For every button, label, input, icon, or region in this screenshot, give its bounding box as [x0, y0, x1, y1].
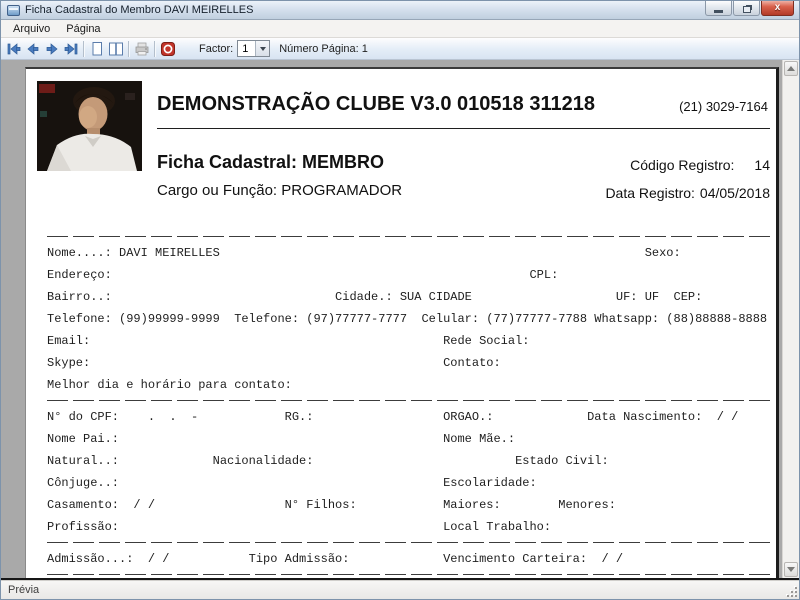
dashed-separator — [47, 396, 772, 406]
menu-bar: Arquivo Página — [1, 20, 799, 38]
registration-date: Data Registro: 04/05/2018 — [605, 185, 770, 201]
previous-page-icon — [26, 42, 38, 55]
report-line: Nome....: DAVI MEIRELLES Sexo: — [47, 246, 681, 260]
title-bar: Ficha Cadastral do Membro DAVI MEIRELLES… — [1, 1, 799, 20]
report-line: Cônjuge..: Escolaridade: — [47, 476, 537, 490]
toolbar: Factor: 1 Número Página: 1 — [1, 38, 799, 60]
chevron-down-icon[interactable] — [255, 41, 270, 56]
registration-date-value: 04/05/2018 — [699, 185, 770, 201]
report-line: Natural..: Nacionalidade: Estado Civil: — [47, 454, 609, 468]
report-line: Email: Rede Social: — [47, 334, 530, 348]
dashed-separator — [47, 538, 772, 548]
toolbar-separator — [154, 40, 155, 57]
registration-code-value: 14 — [754, 157, 770, 173]
page-number-label: Número Página: 1 — [279, 42, 368, 55]
report-line: N° do CPF: . . - RG.: ORGAO.: Data Nasci… — [47, 410, 739, 424]
vertical-scrollbar[interactable] — [782, 60, 799, 578]
factor-value: 1 — [242, 42, 249, 55]
registration-code-label: Código Registro: — [630, 157, 735, 173]
status-bar: Prévia — [1, 580, 799, 599]
report-line: Casamento: / / N° Filhos: Maiores: Menor… — [47, 498, 616, 512]
report-role: Cargo ou Função: PROGRAMADOR — [157, 182, 403, 199]
factor-combobox[interactable]: 1 — [237, 40, 271, 57]
dashed-separator — [47, 232, 772, 242]
report-phone: (21) 3029-7164 — [679, 99, 768, 114]
scroll-up-icon[interactable] — [784, 61, 798, 76]
stop-icon — [160, 41, 175, 56]
menu-pagina[interactable]: Página — [58, 21, 108, 37]
first-page-button[interactable] — [4, 39, 23, 58]
dashed-separator — [47, 570, 772, 578]
report-line: Bairro..: Cidade.: SUA CIDADE UF: UF CEP… — [47, 290, 703, 304]
window-controls: x — [705, 1, 794, 16]
report-line: Nome Pai.: Nome Mãe.: — [47, 432, 516, 446]
report-line: Endereço: CPL: — [47, 268, 559, 282]
two-pages-icon — [108, 42, 123, 55]
next-page-button[interactable] — [42, 39, 61, 58]
close-button[interactable]: x — [761, 1, 794, 16]
toolbar-separator — [83, 40, 84, 57]
scroll-down-icon[interactable] — [784, 562, 798, 577]
factor-label: Factor: — [199, 42, 234, 55]
minimize-button[interactable] — [705, 1, 732, 16]
header-rule — [157, 128, 770, 129]
report-subtitle: Ficha Cadastral: MEMBRO — [157, 152, 385, 172]
report-line: Skype: Contato: — [47, 356, 501, 370]
resize-grip[interactable] — [785, 585, 797, 597]
report-line: Profissão: Local Trabalho: — [47, 520, 552, 534]
report-line: Telefone: (99)99999-9999 Telefone: (97)7… — [47, 312, 768, 326]
minimize-icon — [714, 9, 723, 13]
registration-code: Código Registro: 14 — [630, 157, 770, 173]
two-pages-view-button[interactable] — [106, 39, 125, 58]
preview-area: DEMONSTRAÇÃO CLUBE V3.0 010518 311218 (2… — [1, 60, 799, 580]
restore-icon — [742, 5, 751, 13]
report-page: DEMONSTRAÇÃO CLUBE V3.0 010518 311218 (2… — [25, 67, 779, 578]
restore-button[interactable] — [733, 1, 760, 16]
registration-date-label: Data Registro: — [605, 185, 695, 201]
next-page-icon — [46, 42, 58, 55]
close-icon: x — [774, 2, 781, 13]
previous-page-button[interactable] — [23, 39, 42, 58]
print-button[interactable] — [132, 39, 151, 58]
report-line: Admissão...: / / Tipo Admissão: Vencimen… — [47, 552, 624, 566]
first-page-icon — [7, 42, 20, 55]
toolbar-separator — [128, 40, 129, 57]
printer-icon — [135, 42, 148, 55]
report-title: DEMONSTRAÇÃO CLUBE V3.0 010518 311218 — [157, 93, 595, 115]
report-body: Nome....: DAVI MEIRELLES Sexo: Endereço: … — [47, 232, 772, 578]
single-page-view-button[interactable] — [87, 39, 106, 58]
window-title: Ficha Cadastral do Membro DAVI MEIRELLES — [25, 4, 254, 16]
report-line: Melhor dia e horário para contato: — [47, 378, 292, 392]
last-page-button[interactable] — [61, 39, 80, 58]
app-window: Ficha Cadastral do Membro DAVI MEIRELLES… — [0, 0, 800, 600]
menu-arquivo[interactable]: Arquivo — [5, 21, 58, 37]
member-photo — [37, 81, 142, 171]
status-text: Prévia — [8, 584, 40, 596]
single-page-icon — [92, 41, 102, 55]
last-page-icon — [64, 42, 77, 55]
app-icon — [7, 4, 20, 16]
close-preview-button[interactable] — [158, 39, 177, 58]
